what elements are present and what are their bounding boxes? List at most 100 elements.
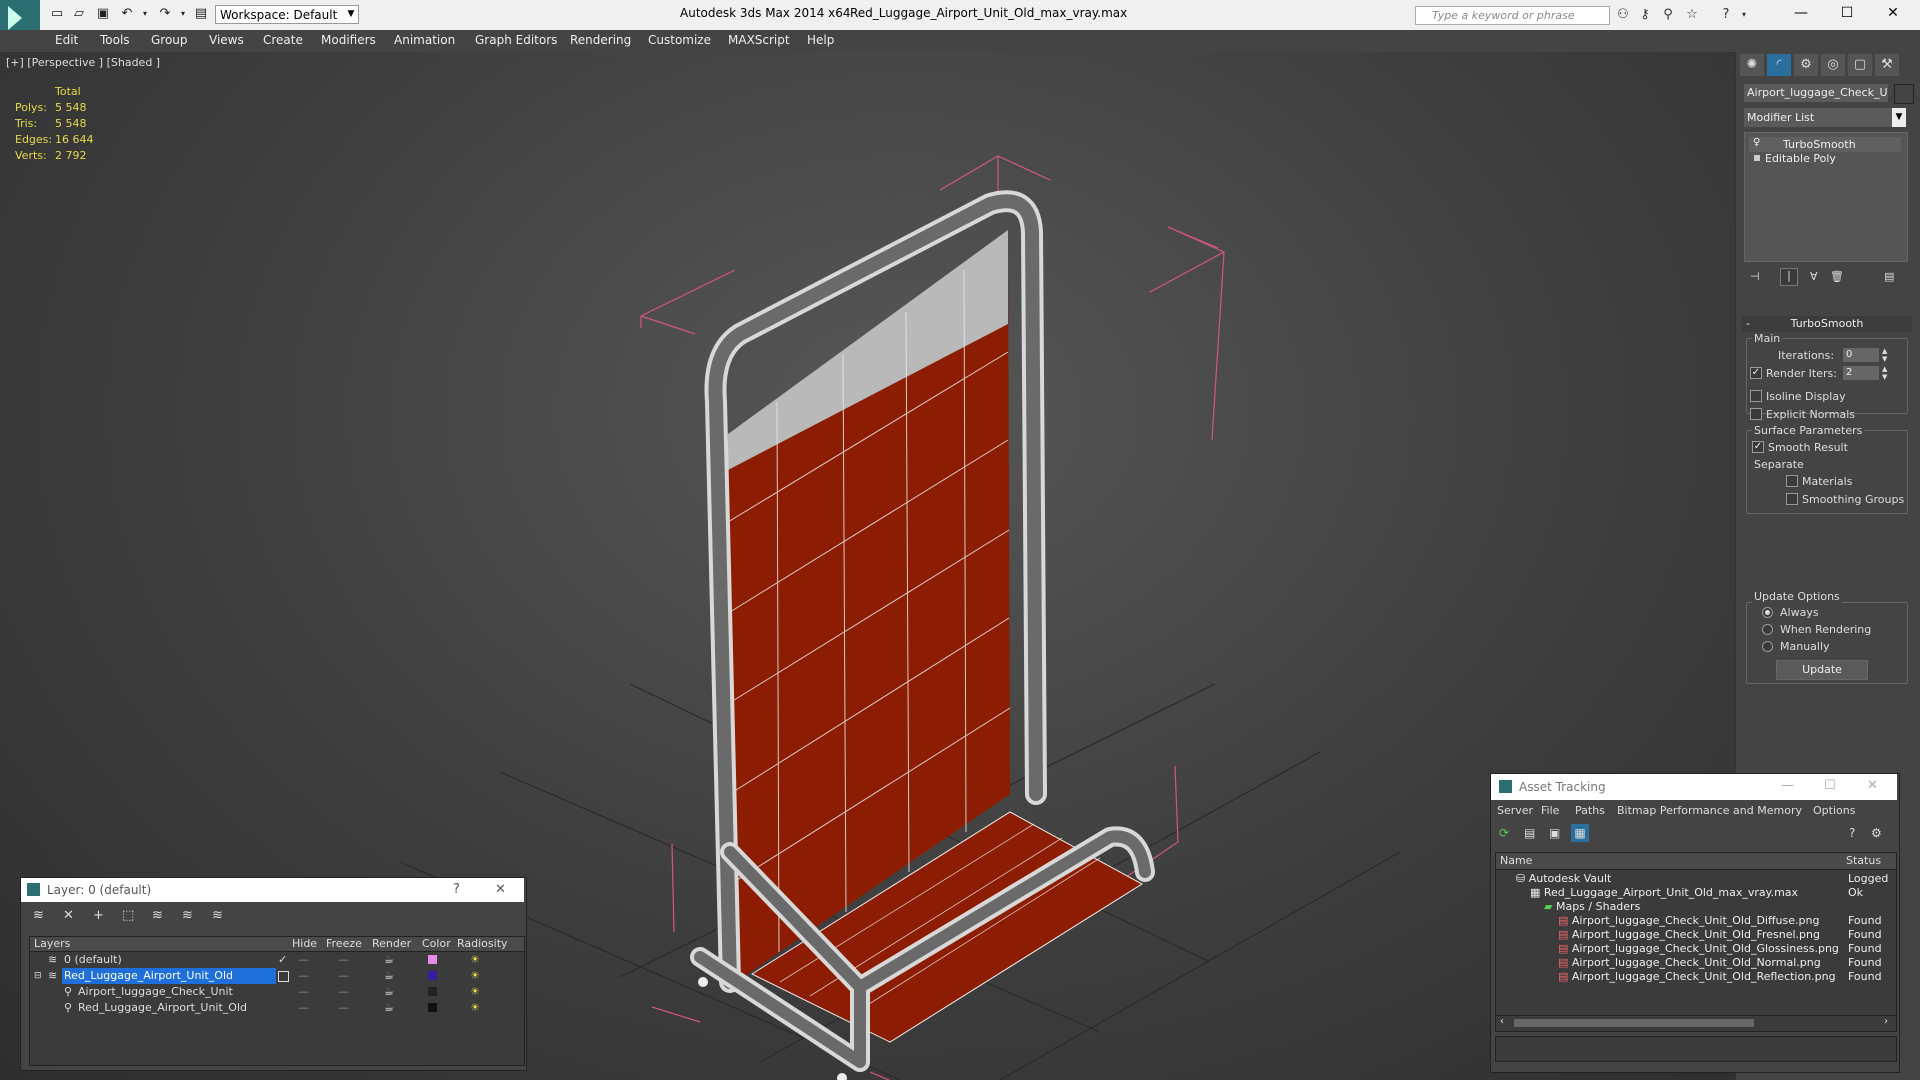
menu-views[interactable]: Views [209,33,244,47]
maximize-button[interactable]: ☐ [1824,778,1836,793]
save-icon[interactable]: ▣ [94,6,112,22]
hide-all-icon[interactable]: ≋ [182,908,193,923]
object-color-swatch[interactable] [1894,84,1914,104]
manually-radio[interactable] [1762,641,1773,652]
remove-modifier-icon[interactable]: 🗑 [1830,270,1844,283]
explicit-normals-checkbox[interactable] [1750,408,1762,420]
chevron-down-icon[interactable]: ▼ [1892,108,1906,127]
help-button[interactable]: ? [453,882,460,897]
active-layer-checkbox[interactable] [278,971,289,982]
list-view-icon[interactable]: ▤ [1524,826,1535,840]
menu-graph-editors[interactable]: Graph Editors [475,33,557,47]
smoothing-groups-checkbox[interactable] [1786,493,1798,505]
turbosmooth-rollout-header[interactable]: - TurboSmooth [1742,316,1912,332]
close-button[interactable]: ✕ [1867,778,1878,793]
column-radiosity[interactable]: Radiosity [457,937,508,950]
active-layer-check-icon[interactable]: ✓ [278,952,287,968]
table-view-icon[interactable]: ▦ [1571,824,1589,842]
redo-icon[interactable]: ↷ [156,6,174,22]
table-row[interactable]: ⚲ Airport_luggage_Check_Unit — — ☕ ☀ [30,984,524,1000]
hide-toggle[interactable]: — [298,984,309,1000]
chevron-down-icon[interactable]: ▼ [344,5,358,24]
close-button[interactable]: ✕ [1870,0,1916,26]
spinner-arrows-icon[interactable]: ▲ ▼ [1882,365,1887,381]
hide-toggle[interactable]: — [298,968,309,984]
menu-maxscript[interactable]: MAXScript [728,33,790,47]
chevron-right-icon[interactable]: › [1884,1016,1888,1027]
menu-file[interactable]: File [1541,804,1559,817]
isoline-display-checkbox[interactable] [1750,390,1762,402]
new-layer-icon[interactable]: ≋ [33,908,44,923]
display-tab-icon[interactable]: ▢ [1848,54,1872,76]
hierarchy-tab-icon[interactable]: ⚙ [1794,54,1818,76]
menu-tools[interactable]: Tools [100,33,130,47]
iterations-spinner[interactable]: 0 [1843,348,1879,362]
create-tab-icon[interactable]: ✺ [1740,54,1764,76]
column-name[interactable]: Name [1500,854,1532,867]
table-row[interactable]: ⚲ Red_Luggage_Airport_Unit_Old — — ☕ ☀ [30,1000,524,1016]
menu-group[interactable]: Group [151,33,188,47]
show-end-result-icon[interactable]: | [1780,268,1798,286]
column-hide[interactable]: Hide [292,937,317,950]
redo-dropdown-icon[interactable]: ▾ [174,6,192,22]
render-teapot-icon[interactable]: ☕ [384,952,394,968]
render-teapot-icon[interactable]: ☕ [384,968,394,984]
minimize-button[interactable]: — [1778,0,1824,26]
layer-color-swatch[interactable] [428,971,437,980]
when-rendering-radio[interactable] [1762,624,1773,635]
column-layers[interactable]: Layers [34,937,70,950]
settings-icon[interactable]: ⚙ [1871,826,1882,840]
refresh-icon[interactable]: ⟳ [1499,826,1509,840]
select-in-layer-icon[interactable]: ⬚ [122,908,134,923]
new-file-icon[interactable]: ▭ [48,6,66,22]
always-radio[interactable] [1762,607,1773,618]
make-unique-icon[interactable]: ∀ [1810,270,1818,283]
hide-toggle[interactable]: — [298,1000,309,1016]
spinner-arrows-icon[interactable]: ▲ ▼ [1882,347,1887,363]
render-teapot-icon[interactable]: ☕ [384,984,394,1000]
menu-edit[interactable]: Edit [55,33,78,47]
radiosity-icon[interactable]: ☀ [470,968,480,984]
object-color-swatch[interactable] [428,987,437,996]
thumbnail-view-icon[interactable]: ▣ [1549,826,1560,840]
minimize-button[interactable]: — [1781,778,1794,793]
render-iters-spinner[interactable]: 2 [1843,366,1879,380]
menu-paths[interactable]: Paths [1575,804,1605,817]
freeze-all-icon[interactable]: ≋ [212,908,223,923]
asset-path-bar[interactable] [1495,1036,1897,1062]
open-file-icon[interactable]: ▱ [70,6,88,22]
menu-rendering[interactable]: Rendering [570,33,631,47]
project-folder-icon[interactable]: ▤ [192,6,210,22]
star-icon[interactable]: ☆ [1684,7,1700,23]
expand-icon[interactable]: ⊟ [34,968,42,984]
help-dropdown-icon[interactable]: ▾ [1736,7,1752,23]
layer-color-swatch[interactable] [428,955,437,964]
workspace-dropdown[interactable]: Workspace: Default [215,5,359,24]
key-icon[interactable]: ⚷ [1637,7,1653,23]
maximize-button[interactable]: ☐ [1824,0,1870,26]
close-button[interactable]: ✕ [495,882,506,897]
binoculars-icon[interactable]: ⚇ [1615,7,1631,23]
highlight-layer-icon[interactable]: ≋ [152,908,163,923]
menu-modifiers[interactable]: Modifiers [321,33,376,47]
scrollbar-thumb[interactable] [1514,1019,1754,1027]
table-row[interactable]: ⊟ ≋ Red_Luggage_Airport_Unit_Old — — ☕ ☀ [30,968,524,984]
delete-layer-icon[interactable]: ✕ [63,908,74,923]
motion-tab-icon[interactable]: ◎ [1821,54,1845,76]
configure-sets-icon[interactable]: ▤ [1884,270,1894,283]
undo-icon[interactable]: ↶ [118,6,136,22]
stack-item-turbosmooth[interactable]: TurboSmooth [1783,137,1920,152]
search-input[interactable]: Type a keyword or phrase [1415,6,1610,25]
utilities-tab-icon[interactable]: ⚒ [1875,54,1899,76]
menu-server[interactable]: Server [1497,804,1533,817]
table-row[interactable]: ≋ 0 (default) ✓ — — ☕ ☀ [30,952,524,968]
column-status[interactable]: Status [1846,854,1881,867]
menu-customize[interactable]: Customize [648,33,711,47]
menu-animation[interactable]: Animation [394,33,455,47]
menu-create[interactable]: Create [263,33,303,47]
menu-bitmap-performance[interactable]: Bitmap Performance and Memory [1617,804,1802,817]
pin-stack-icon[interactable]: ⊣ [1750,270,1760,283]
asset-dialog-titlebar[interactable]: Asset Tracking — ☐ ✕ [1491,774,1897,800]
modifier-list-dropdown[interactable]: Modifier List [1744,108,1906,127]
render-iters-checkbox[interactable]: ✓ [1750,367,1762,379]
